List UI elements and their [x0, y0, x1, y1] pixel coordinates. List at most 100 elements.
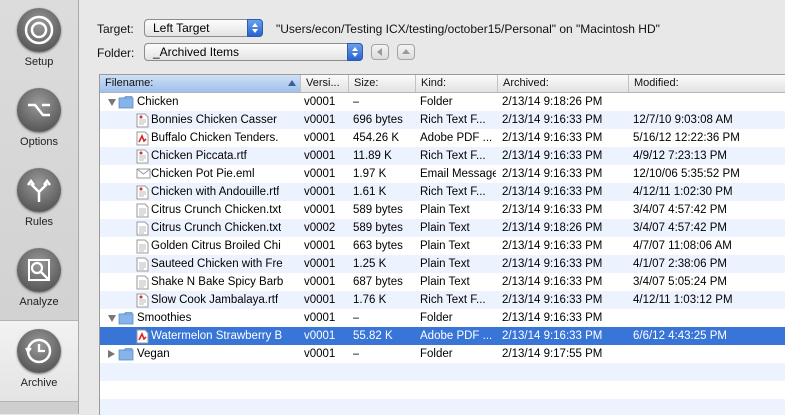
back-button[interactable] — [371, 44, 389, 60]
folder-select[interactable]: _Archived Items — [144, 43, 363, 61]
cell-kind: Folder — [420, 96, 453, 108]
cell-archived: 2/13/14 9:18:26 PM — [502, 96, 603, 108]
sidebar-item-rules[interactable]: Rules — [0, 160, 78, 240]
cell-modified: 3/4/07 5:05:24 PM — [633, 276, 727, 288]
sort-ascending-icon — [288, 80, 296, 86]
folder-row[interactable]: Smoothies v0001 – Folder 2/13/14 9:16:33 PM — [100, 309, 785, 327]
cell-filename: Smoothies — [137, 312, 192, 324]
column-header[interactable]: Filename: — [100, 75, 301, 92]
cell-version: v0001 — [304, 348, 336, 360]
cell-version: v0001 — [304, 258, 336, 270]
sidebar-item-archive[interactable]: Archive — [0, 320, 78, 402]
analyze-icon — [17, 248, 61, 292]
file-row[interactable]: Golden Citrus Broiled Chi v0001 663 bytes P… — [100, 237, 785, 255]
cell-version: v0001 — [304, 150, 336, 162]
column-header[interactable]: Kind: — [416, 75, 498, 92]
rules-icon — [17, 168, 61, 212]
cell-kind: Folder — [420, 312, 453, 324]
cell-version: v0002 — [304, 222, 336, 234]
cell-version: v0001 — [304, 186, 336, 198]
target-label: Target: — [97, 22, 134, 36]
file-row[interactable]: Buffalo Chicken Tenders. v0001 454.26 K Ado… — [100, 129, 785, 147]
cell-modified: 3/4/07 4:57:42 PM — [633, 222, 727, 234]
sidebar-item-setup[interactable]: Setup — [0, 0, 78, 80]
cell-version: v0001 — [304, 132, 336, 144]
cell-kind: Email Message — [420, 168, 496, 180]
cell-kind: Plain Text — [420, 222, 470, 234]
cell-size: – — [353, 312, 360, 324]
disclosure-open-icon[interactable] — [108, 315, 116, 322]
column-header[interactable]: Versi... — [301, 75, 349, 92]
sidebar-item-options[interactable]: Options — [0, 80, 78, 160]
file-row[interactable]: Citrus Crunch Chicken.txt v0002 589 bytes P… — [100, 219, 785, 237]
file-row[interactable]: Chicken Pot Pie.eml v0001 1.97 K Email Mess… — [100, 165, 785, 183]
sidebar-item-label: Rules — [24, 216, 54, 228]
cell-filename: Watermelon Strawberry B — [151, 330, 283, 342]
archive-icon — [17, 329, 61, 373]
sidebar-item-analyze[interactable]: Analyze — [0, 240, 78, 320]
cell-kind: Rich Text F... — [420, 150, 486, 162]
file-row[interactable]: Bonnies Chicken Casser v0001 696 bytes Rich… — [100, 111, 785, 129]
empty-row — [100, 381, 785, 399]
target-select[interactable]: Left Target — [144, 19, 263, 37]
cell-archived: 2/13/14 9:16:33 PM — [502, 258, 603, 270]
file-row[interactable]: Sauteed Chicken with Fre v0001 1.25 K Plain… — [100, 255, 785, 273]
cell-archived: 2/13/14 9:16:33 PM — [502, 186, 603, 198]
disclosure-closed-icon[interactable] — [108, 350, 115, 358]
column-header[interactable]: Archived: — [498, 75, 629, 92]
cell-filename: Chicken — [137, 96, 179, 108]
cell-version: v0001 — [304, 114, 336, 126]
cell-archived: 2/13/14 9:17:55 PM — [502, 348, 603, 360]
cell-size: 589 bytes — [353, 204, 403, 216]
file-row[interactable]: Chicken Piccata.rtf v0001 11.89 K Rich Text… — [100, 147, 785, 165]
folder-icon — [118, 347, 134, 364]
cell-kind: Rich Text F... — [420, 186, 486, 198]
cell-size: 55.82 K — [353, 330, 393, 342]
file-row[interactable]: Slow Cook Jambalaya.rtf v0001 1.76 K Rich T… — [100, 291, 785, 309]
folder-row[interactable]: Vegan v0001 – Folder 2/13/14 9:17:55 PM — [100, 345, 785, 363]
cell-size: 1.61 K — [353, 186, 387, 198]
cell-filename: Chicken with Andouille.rtf — [151, 186, 280, 198]
file-row[interactable]: Chicken with Andouille.rtf v0001 1.61 K Ric… — [100, 183, 785, 201]
sidebar: Setup Options Rules Analyze Archive — [0, 0, 79, 414]
cell-size: 454.26 K — [353, 132, 400, 144]
column-header-label: Kind: — [421, 77, 447, 89]
file-row[interactable]: Watermelon Strawberry B v0001 55.82 K Adobe… — [100, 327, 785, 345]
sidebar-item-label: Options — [20, 136, 58, 148]
cell-size: – — [353, 96, 360, 108]
cell-filename: Slow Cook Jambalaya.rtf — [151, 294, 279, 306]
cell-filename: Buffalo Chicken Tenders. — [151, 132, 279, 144]
folder-select-value: _Archived Items — [153, 45, 240, 59]
sidebar-item-label: Archive — [20, 377, 58, 389]
column-header-label: Filename: — [105, 77, 154, 89]
column-header[interactable]: Modified: — [629, 75, 785, 92]
cell-version: v0001 — [304, 168, 336, 180]
cell-archived: 2/13/14 9:16:33 PM — [502, 276, 603, 288]
column-header-label: Archived: — [503, 77, 549, 89]
column-header[interactable]: Size: — [349, 75, 416, 92]
email-file-icon — [136, 167, 151, 183]
cell-filename: Vegan — [137, 348, 170, 360]
cell-archived: 2/13/14 9:16:33 PM — [502, 240, 603, 252]
folder-icon — [118, 311, 134, 328]
cell-archived: 2/13/14 9:16:33 PM — [502, 330, 603, 342]
file-row[interactable]: Shake N Bake Spicy Barb v0001 687 bytes Pla… — [100, 273, 785, 291]
cell-modified: 6/6/12 4:43:25 PM — [633, 330, 727, 342]
cell-archived: 2/13/14 9:16:33 PM — [502, 312, 603, 324]
target-path: "Users/econ/Testing ICX/testing/october1… — [276, 22, 660, 36]
cell-filename: Sauteed Chicken with Fre — [151, 258, 283, 270]
cell-filename: Chicken Pot Pie.eml — [151, 168, 255, 180]
cell-filename: Citrus Crunch Chicken.txt — [151, 204, 282, 216]
options-icon — [17, 88, 61, 132]
main-panel: Target: Left Target "Users/econ/Testing … — [79, 0, 785, 415]
folder-row[interactable]: Chicken v0001 – Folder 2/13/14 9:18:26 PM — [100, 93, 785, 111]
up-button[interactable] — [397, 44, 415, 60]
archive-table[interactable]: Filename: Versi... Size: Kind: Archived: Modi… — [99, 74, 785, 415]
disclosure-open-icon[interactable] — [108, 99, 116, 106]
cell-filename: Golden Citrus Broiled Chi — [151, 240, 281, 252]
folder-icon — [118, 95, 134, 112]
cell-modified: 3/4/07 4:57:42 PM — [633, 204, 727, 216]
empty-row — [100, 363, 785, 381]
cell-kind: Adobe PDF ... — [420, 330, 493, 342]
file-row[interactable]: Citrus Crunch Chicken.txt v0001 589 bytes P… — [100, 201, 785, 219]
